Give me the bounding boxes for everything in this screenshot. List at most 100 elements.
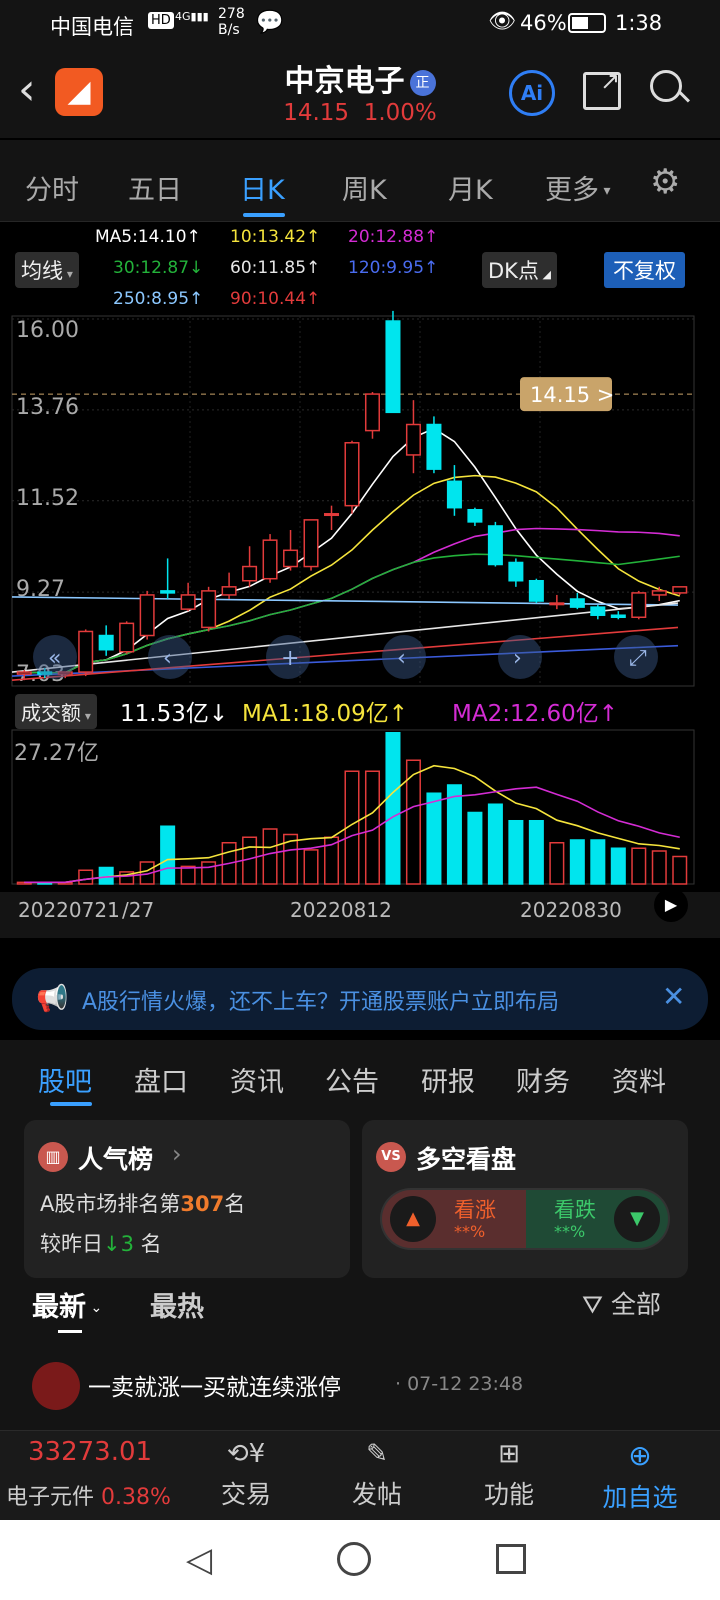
candle-body <box>651 590 667 596</box>
bull-label: 看涨 <box>454 1198 496 1222</box>
volume-bar <box>549 841 565 885</box>
volume-bar <box>528 819 544 885</box>
nav-recents-icon[interactable] <box>496 1544 526 1574</box>
function-button[interactable]: ⊞ 功能 <box>459 1439 559 1511</box>
ai-button[interactable]: Ai <box>509 70 555 116</box>
feed-tab-indicator <box>58 1330 82 1333</box>
post-title[interactable]: 一卖就涨一买就连续涨停 <box>88 1368 341 1402</box>
popularity-title: 人气榜 <box>78 1145 154 1174</box>
subtab-profile[interactable]: 资料 <box>612 1060 666 1099</box>
candle-body <box>180 594 196 610</box>
volume-ma2: MA2:12.60亿↑ <box>452 701 619 727</box>
index-value[interactable]: 33273.01 <box>28 1437 152 1467</box>
subtab-pankou[interactable]: 盘口 <box>134 1060 188 1099</box>
volume-bar <box>610 847 626 885</box>
tab-weekly-k[interactable]: 周K <box>342 168 387 207</box>
current-price-marker-text: 14.15 > <box>530 383 614 407</box>
candle-body <box>446 480 462 509</box>
volume-bar <box>631 847 647 885</box>
kline-chart[interactable]: 16.0013.7611.529.277.0314.15 >«‹+‹›⤢27.2… <box>0 222 720 960</box>
candle-body <box>78 630 94 673</box>
subtab-finance[interactable]: 财务 <box>516 1060 570 1099</box>
kline-chart-area: MA5:14.10↑ 10:13.42↑ 20:12.88↑ 30:12.87↓… <box>0 222 720 960</box>
trade-button[interactable]: ⟲¥ 交易 <box>196 1439 296 1511</box>
search-icon[interactable] <box>650 70 691 103</box>
volume-bar <box>590 839 606 885</box>
rank-change-value: 3 <box>120 1232 134 1256</box>
eye-icon: 👁 <box>488 9 516 34</box>
volume-bar <box>385 731 401 885</box>
candle-body <box>549 602 565 606</box>
share-icon[interactable]: ↗ <box>583 67 621 110</box>
date-axis-label: 20220721 <box>18 898 120 922</box>
subtab-research[interactable]: 研报 <box>421 1060 475 1099</box>
tab-intraday[interactable]: 分时 <box>25 168 79 207</box>
nav-home-icon[interactable] <box>337 1542 371 1576</box>
popularity-card[interactable]: ▥ 人气榜 › A股市场排名第307名 较昨日↓3 名 <box>24 1120 350 1278</box>
volume-selector[interactable]: 成交额 ▾ <box>15 694 97 729</box>
sentiment-title: 多空看盘 <box>416 1145 517 1174</box>
plus-circle-icon: ⊕ <box>628 1439 652 1472</box>
candle-body <box>426 423 442 470</box>
user-avatar[interactable] <box>32 1362 80 1410</box>
settings-gear-icon[interactable]: ⚙ <box>650 162 680 202</box>
stock-name: 中京电子 <box>284 64 405 99</box>
candle-body <box>201 590 217 629</box>
verified-badge: 正 <box>409 70 436 96</box>
chart-nav-button-icon: « <box>48 646 61 671</box>
grid-icon: ⊞ <box>498 1439 520 1469</box>
candle-body <box>508 561 524 582</box>
volume-bar <box>467 811 483 885</box>
tab-daily-k[interactable]: 日K <box>240 168 285 207</box>
post-button[interactable]: ✎ 发帖 <box>327 1439 427 1511</box>
candle-body <box>487 525 503 566</box>
feed-tab-latest[interactable]: 最新 ⌄ <box>32 1285 102 1324</box>
subtab-news[interactable]: 资讯 <box>230 1060 284 1099</box>
volume-bar <box>180 865 196 885</box>
bear-percent: **% <box>554 1222 586 1241</box>
rank-suffix: 名 <box>224 1192 246 1216</box>
volume-bar <box>262 828 278 885</box>
candle-body <box>405 423 421 456</box>
index-name: 电子元件 <box>6 1485 95 1510</box>
candle-body <box>528 579 544 602</box>
yen-icon: ⟲¥ <box>226 1439 266 1469</box>
bear-button[interactable]: 看跌 **% ▼ <box>526 1190 668 1248</box>
scroll-right-icon[interactable]: ▶ <box>654 888 688 922</box>
bull-button[interactable]: ▲ 看涨 **% <box>382 1190 526 1248</box>
subtab-guba[interactable]: 股吧 <box>38 1060 92 1099</box>
nav-back-icon[interactable]: ◁ <box>186 1540 212 1580</box>
community-panel: 股吧 盘口 资讯 公告 研报 财务 资料 ▥ 人气榜 › A股市场排名第307名… <box>0 1040 720 1460</box>
volume-ma1: MA1:18.09亿↑ <box>242 701 409 727</box>
feed-filter[interactable]: ⛛ 全部 <box>582 1285 661 1321</box>
period-tabs: 分时 五日 日K 周K 月K 更多 ▾ ⚙ <box>0 140 720 222</box>
add-watchlist-button[interactable]: ⊕ 加自选 <box>590 1439 690 1514</box>
subtab-announcements[interactable]: 公告 <box>325 1060 379 1099</box>
volume-bar <box>160 825 176 885</box>
bottom-toolbar: 33273.01 电子元件 0.38% ⟲¥ 交易 ✎ 发帖 ⊞ 功能 ⊕ 加自选 <box>0 1430 720 1520</box>
volume-bar <box>78 869 94 885</box>
rank-change-suffix: 名 <box>140 1232 162 1256</box>
price-axis-label: 11.52 <box>16 486 79 511</box>
price-axis-label: 9.27 <box>16 577 65 602</box>
candle-body <box>119 622 135 653</box>
stock-change: 1.00% <box>363 100 437 126</box>
tab-more[interactable]: 更多 ▾ <box>545 168 610 207</box>
promo-banner[interactable]: 📢 A股行情火爆，还不上车？开通股票账户立即布局 ✕ <box>12 968 708 1030</box>
tab-five-day[interactable]: 五日 <box>128 168 182 207</box>
chart-nav-button-icon: ⤢ <box>629 646 647 671</box>
candle-body <box>242 565 258 582</box>
sentiment-card: VS 多空看盘 ▲ 看涨 **% 看跌 **% ▼ <box>362 1120 688 1278</box>
candle-body <box>303 519 319 568</box>
signal-icon: 4G▮▮▮ <box>175 10 209 23</box>
feed-tab-hot[interactable]: 最热 <box>150 1285 204 1324</box>
tab-monthly-k[interactable]: 月K <box>448 168 493 207</box>
battery-icon <box>568 13 606 33</box>
close-icon[interactable]: ✕ <box>662 980 685 1013</box>
chart-nav-button-icon: ‹ <box>163 646 172 671</box>
volume-bar <box>569 839 585 885</box>
price-axis-label: 16.00 <box>16 318 79 343</box>
index-change: 0.38% <box>101 1485 171 1510</box>
volume-bar <box>446 784 462 885</box>
ranking-icon: ▥ <box>38 1142 68 1172</box>
